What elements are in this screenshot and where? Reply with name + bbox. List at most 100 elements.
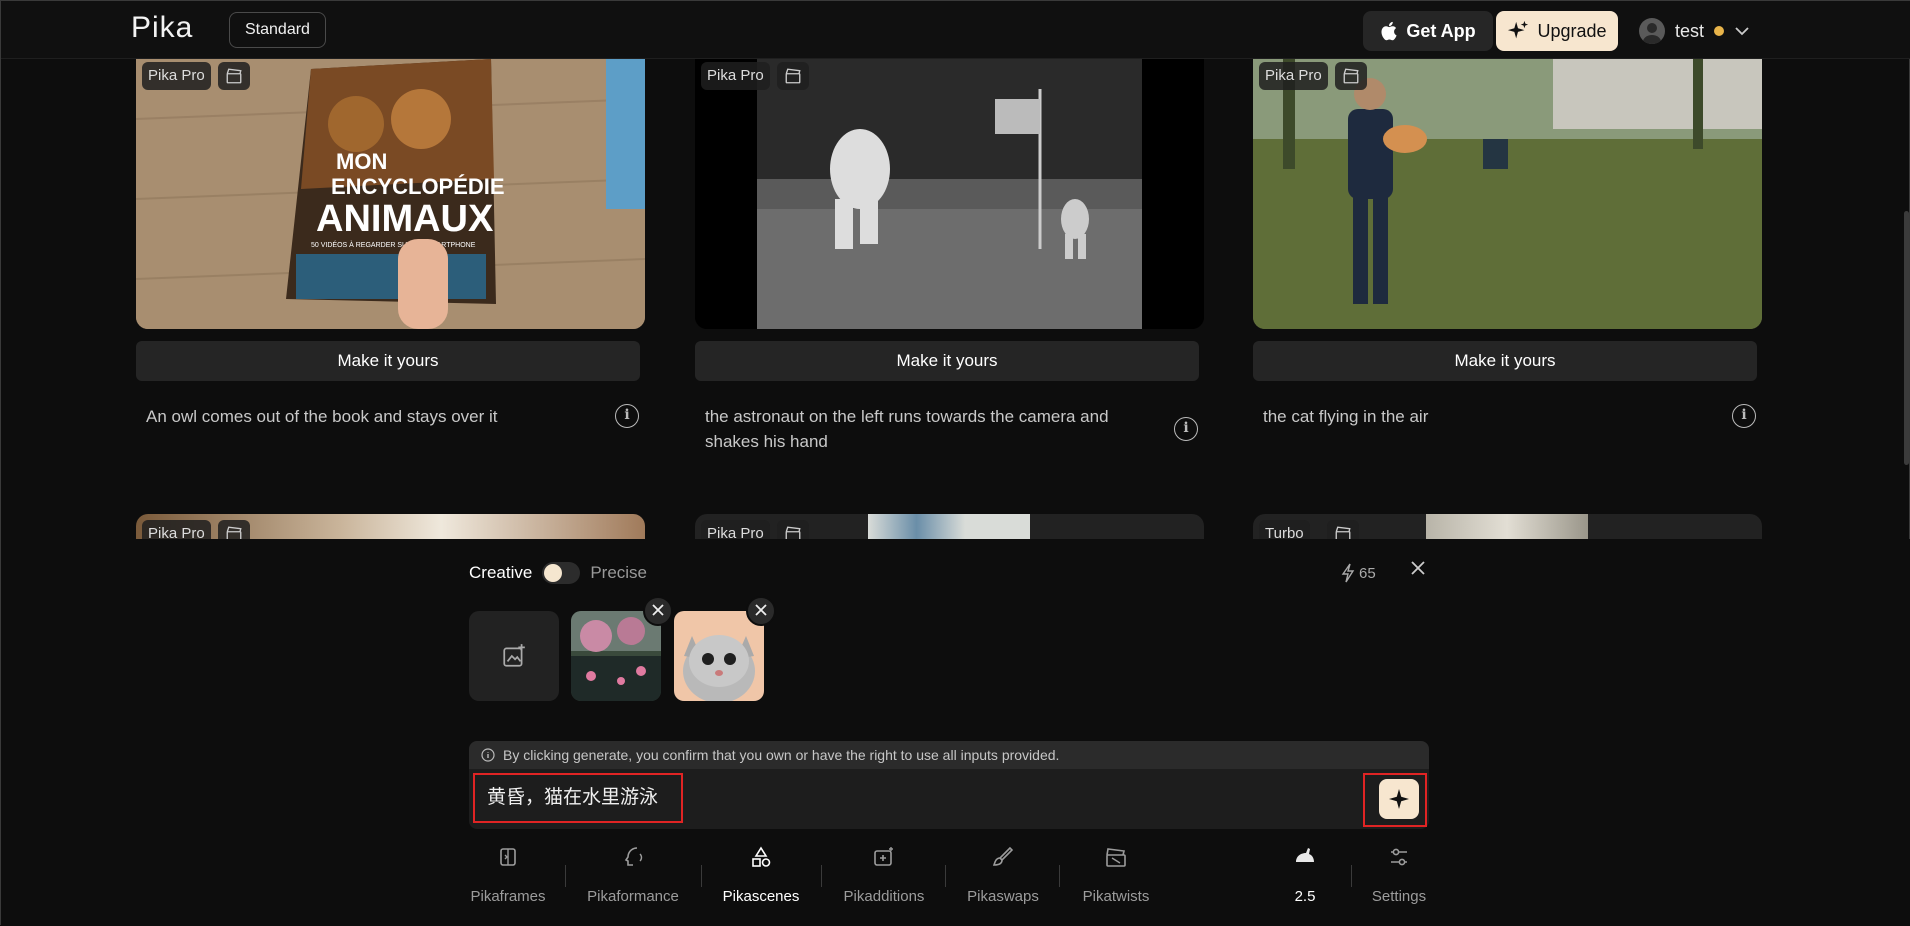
generation-panel: Creative Precise 65 By clicking generate…	[1, 539, 1910, 926]
shapes-icon	[752, 846, 771, 867]
lake-thumbnail	[571, 611, 661, 701]
generate-button[interactable]	[1379, 779, 1419, 819]
tool-label: Pikaswaps	[967, 888, 1039, 905]
rights-notice-text: By clicking generate, you confirm that y…	[503, 747, 1060, 763]
video-thumbnail-toy[interactable]	[695, 514, 1204, 539]
info-icon[interactable]: i	[615, 404, 639, 428]
tool-label: Pikadditions	[843, 888, 925, 905]
close-icon	[1411, 561, 1425, 575]
tool-pikaswaps[interactable]: Pikaswaps	[965, 845, 1041, 905]
credits-value: 65	[1359, 564, 1376, 582]
get-app-button[interactable]: Get App	[1363, 11, 1493, 51]
tool-label: Pikaframes	[470, 888, 546, 905]
additions-icon	[874, 847, 893, 866]
make-it-yours-button[interactable]: Make it yours	[1253, 341, 1757, 381]
add-image-icon	[503, 644, 525, 667]
mode-precise-label[interactable]: Precise	[590, 563, 647, 583]
model-tag: Pika Pro	[701, 520, 770, 539]
get-app-label: Get App	[1406, 20, 1476, 41]
prompt-text: An owl comes out of the book and stays o…	[146, 407, 498, 426]
tool-label: Settings	[1371, 888, 1427, 905]
mode-toggle[interactable]	[542, 562, 581, 584]
sparkle-icon	[1389, 789, 1409, 809]
close-icon	[755, 604, 767, 616]
scene-icon	[777, 520, 809, 539]
performance-icon	[624, 847, 643, 866]
upgrade-button[interactable]: Upgrade	[1496, 11, 1618, 51]
apple-icon	[1381, 21, 1397, 41]
scene-icon	[777, 62, 809, 90]
info-icon[interactable]: i	[1174, 417, 1198, 441]
book-subtitle: 50 VIDÉOS À REGARDER SUR UN SMARTPHONE	[311, 240, 476, 249]
frames-icon	[500, 848, 516, 866]
video-thumbnail-book[interactable]: MON ENCYCLOPÉDIE ANIMAUX 50 VIDÉOS À REG…	[136, 59, 645, 329]
remove-image-button[interactable]	[746, 596, 776, 626]
avatar	[1639, 18, 1665, 44]
reference-image-cat[interactable]	[674, 611, 764, 701]
prompt-text: the astronaut on the left runs towards t…	[705, 407, 1109, 451]
model-tag: Turbo	[1259, 520, 1310, 539]
reference-image-lake[interactable]	[571, 611, 661, 701]
username: test	[1675, 20, 1705, 41]
remove-image-button[interactable]	[643, 596, 673, 626]
tool-bar: Pikaframes Pikaformance Pikascenes Pikad…	[469, 845, 1429, 905]
moon-illustration	[695, 59, 1204, 329]
make-it-yours-button[interactable]: Make it yours	[695, 341, 1199, 381]
model-tag: Pika Pro	[1259, 62, 1328, 90]
clapper-icon	[1106, 848, 1126, 867]
status-dot	[1714, 26, 1725, 36]
tool-label: Pikatwists	[1082, 888, 1150, 905]
model-version-selector[interactable]: 2.5	[1285, 845, 1325, 905]
video-thumbnail-astronaut[interactable]	[695, 59, 1204, 329]
chevron-down-icon	[1735, 27, 1749, 36]
gallery: MON ENCYCLOPÉDIE ANIMAUX 50 VIDÉOS À REG…	[1, 59, 1910, 539]
tool-pikaframes[interactable]: Pikaframes	[469, 845, 547, 905]
book-title-line2: ENCYCLOPÉDIE	[331, 174, 505, 199]
tool-pikadditions[interactable]: Pikadditions	[841, 845, 927, 905]
tool-label: Pikaformance	[587, 888, 679, 905]
prompt-box: 黄昏，猫在水里游泳	[469, 769, 1429, 829]
mode-creative-label[interactable]: Creative	[469, 563, 532, 583]
credits-counter: 65	[1341, 563, 1376, 583]
scene-icon	[218, 62, 250, 90]
scene-icon	[1335, 62, 1367, 90]
sliders-icon	[1391, 848, 1407, 866]
plan-badge[interactable]: Standard	[229, 12, 326, 48]
prompt-input[interactable]: 黄昏，猫在水里游泳	[473, 773, 683, 823]
add-image-button[interactable]	[469, 611, 559, 701]
model-tag: Pika Pro	[142, 520, 211, 539]
book-title-line1: MON	[336, 149, 387, 174]
rabbit-icon	[1296, 848, 1314, 862]
settings-button[interactable]: Settings	[1369, 845, 1429, 905]
video-thumbnail-cat-man[interactable]	[1253, 59, 1762, 329]
close-panel-button[interactable]	[1406, 557, 1430, 581]
garden-illustration	[1253, 59, 1762, 329]
info-icon	[481, 748, 495, 762]
user-menu[interactable]: test	[1639, 15, 1750, 47]
brush-icon	[992, 846, 1014, 866]
model-tag: Pika Pro	[142, 62, 211, 90]
top-bar: Pika Standard Get App Upgrade test	[1, 1, 1910, 59]
tool-pikaformance[interactable]: Pikaformance	[585, 845, 681, 905]
app-window: Pika Standard Get App Upgrade test MON E…	[0, 0, 1910, 926]
mode-switch: Creative Precise	[469, 562, 647, 584]
sparkle-icon	[1508, 20, 1529, 39]
scene-icon	[1327, 520, 1359, 539]
info-icon[interactable]: i	[1732, 404, 1756, 428]
model-version: 2.5	[1294, 888, 1316, 905]
lightning-icon	[1341, 563, 1355, 583]
rights-notice: By clicking generate, you confirm that y…	[469, 741, 1429, 769]
video-thumbnail-room[interactable]	[136, 514, 645, 539]
book-illustration: MON ENCYCLOPÉDIE ANIMAUX 50 VIDÉOS À REG…	[136, 59, 645, 329]
model-tag: Pika Pro	[701, 62, 770, 90]
cat-thumbnail	[674, 611, 764, 701]
upgrade-label: Upgrade	[1537, 20, 1607, 41]
scrollbar[interactable]	[1904, 211, 1909, 465]
make-it-yours-button[interactable]: Make it yours	[136, 341, 640, 381]
tool-pikascenes[interactable]: Pikascenes	[721, 845, 801, 905]
pika-logo[interactable]: Pika	[131, 11, 193, 45]
tool-label: Pikascenes	[722, 888, 800, 905]
prompt-text: the cat flying in the air	[1263, 407, 1429, 426]
tool-pikatwists[interactable]: Pikatwists	[1079, 845, 1153, 905]
scene-icon	[218, 520, 250, 539]
